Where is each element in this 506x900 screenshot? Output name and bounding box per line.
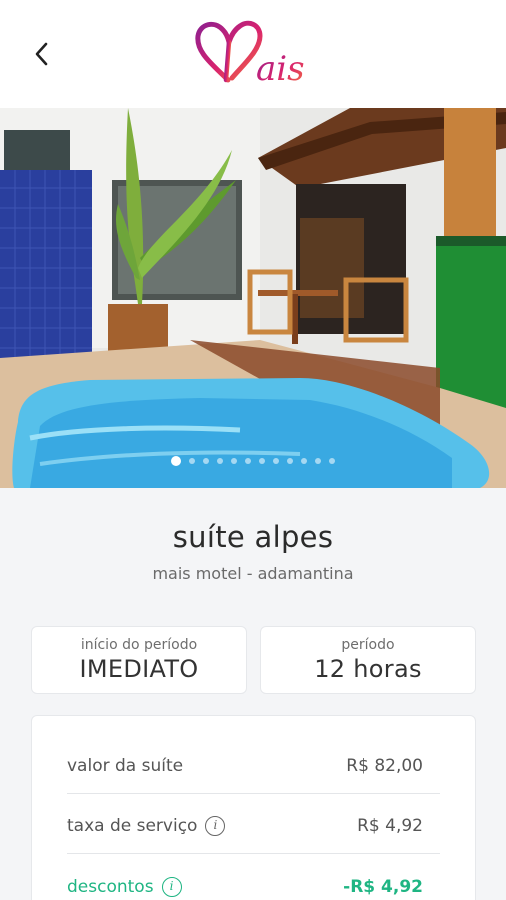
- discount-label: descontos: [67, 877, 154, 897]
- app-header: ais: [0, 0, 506, 108]
- carousel-dot[interactable]: [245, 458, 251, 464]
- carousel-dot[interactable]: [273, 458, 279, 464]
- suite-name: suíte alpes: [172, 520, 334, 554]
- back-button[interactable]: [22, 34, 62, 74]
- discount-value: -R$ 4,92: [343, 877, 423, 897]
- service-fee-value: R$ 4,92: [357, 816, 423, 836]
- carousel-dots: [0, 456, 506, 466]
- period-duration-label: período: [341, 637, 395, 653]
- period-start-value: IMEDIATO: [79, 655, 199, 683]
- motel-name: mais motel - adamantina: [152, 564, 354, 583]
- divider: [67, 853, 440, 854]
- carousel-dot[interactable]: [315, 458, 321, 464]
- period-start-label: início do período: [80, 637, 198, 653]
- chevron-left-icon: [35, 42, 48, 66]
- suite-price-value: R$ 82,00: [346, 756, 423, 776]
- info-icon[interactable]: i: [161, 877, 182, 897]
- price-row-service: taxa de serviço i R$ 4,92: [67, 796, 423, 856]
- suite-title-block: suíte alpes mais motel - adamantina: [0, 520, 506, 583]
- service-fee-label: taxa de serviço: [67, 816, 198, 836]
- carousel-dot[interactable]: [301, 458, 307, 464]
- price-summary-card: valor da suíte R$ 82,00 taxa de serviço …: [31, 715, 476, 900]
- mais-logo: ais: [190, 14, 320, 90]
- info-icon[interactable]: i: [205, 816, 226, 836]
- suite-price-label: valor da suíte: [67, 756, 184, 776]
- carousel-dot[interactable]: [189, 458, 195, 464]
- carousel-dot[interactable]: [329, 458, 335, 464]
- carousel-dot[interactable]: [203, 458, 209, 464]
- suite-photo: [0, 108, 506, 488]
- price-row-discount: descontos i -R$ 4,92: [67, 857, 423, 900]
- carousel-dot[interactable]: [259, 458, 265, 464]
- period-start-card[interactable]: início do período IMEDIATO: [31, 626, 247, 694]
- carousel-dot[interactable]: [231, 458, 237, 464]
- carousel-dot[interactable]: [171, 456, 181, 466]
- svg-text:ais: ais: [256, 49, 305, 89]
- price-row-suite: valor da suíte R$ 82,00: [67, 736, 423, 796]
- suite-photo-carousel[interactable]: [0, 108, 506, 488]
- carousel-dot[interactable]: [217, 458, 223, 464]
- period-duration-value: 12 horas: [314, 655, 422, 683]
- carousel-dot[interactable]: [287, 458, 293, 464]
- period-duration-card[interactable]: período 12 horas: [260, 626, 476, 694]
- divider: [67, 793, 440, 794]
